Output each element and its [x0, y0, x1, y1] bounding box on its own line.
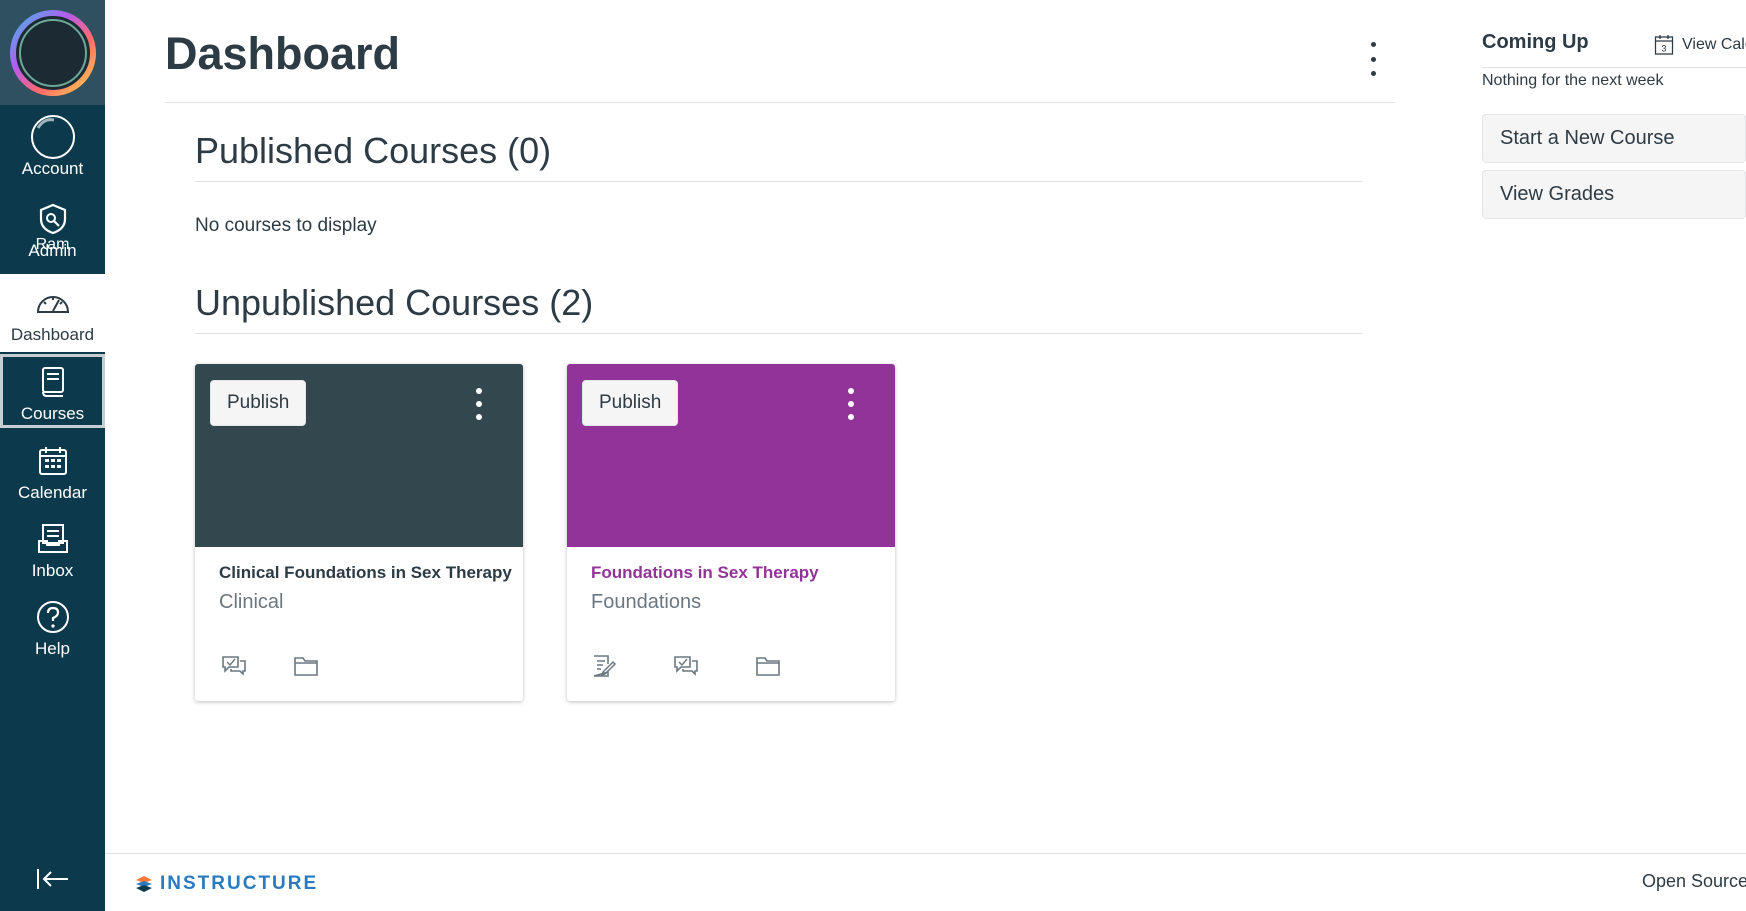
course-card-options-button[interactable]	[843, 388, 859, 420]
nav-item-dashboard[interactable]: Dashboard	[0, 274, 105, 352]
kebab-dot	[476, 401, 482, 407]
nav-label-courses: Courses	[20, 404, 85, 423]
nav-label-calendar: Calendar	[18, 483, 87, 502]
avatar-icon: Ram	[29, 115, 77, 253]
right-sidebar: Coming Up 3 View Cale Nothing for the ne…	[1482, 0, 1746, 852]
nav-item-admin[interactable]: Admin	[0, 190, 105, 268]
calendar-icon: 3	[1654, 35, 1674, 55]
discussions-icon[interactable]	[219, 652, 249, 680]
instructure-logo-text: INSTRUCTURE	[160, 873, 319, 894]
course-card[interactable]: Publish Foundations in Sex Therapy Found…	[567, 364, 895, 701]
divider	[195, 333, 1363, 334]
kebab-dot	[848, 414, 854, 420]
kebab-dot	[1370, 56, 1376, 62]
open-source-link[interactable]: Open Source	[1642, 871, 1746, 892]
main-content: Dashboard Published Courses (0) No cours…	[105, 0, 1395, 852]
publish-button[interactable]: Publish	[582, 380, 679, 426]
calendar-icon	[29, 440, 77, 482]
nav-item-help[interactable]: Help	[0, 588, 105, 666]
institution-logo[interactable]	[0, 0, 105, 105]
inbox-icon	[29, 518, 77, 560]
shield-icon	[29, 198, 77, 240]
published-courses-heading: Published Courses (0)	[195, 130, 552, 171]
divider	[1482, 67, 1746, 68]
nav-label-account: Account	[21, 159, 84, 178]
course-name-link[interactable]: Clinical Foundations in Sex Therapy	[219, 563, 512, 583]
nav-item-courses[interactable]: Courses	[0, 354, 105, 428]
view-calendar-label: View Cale	[1682, 36, 1746, 53]
course-name-link[interactable]: Foundations in Sex Therapy	[591, 563, 819, 583]
courses-icon	[29, 361, 77, 403]
logo-ring-icon	[9, 9, 96, 96]
no-courses-message: No courses to display	[195, 215, 377, 236]
instructure-logo[interactable]: INSTRUCTURE	[134, 873, 318, 895]
coming-up-heading: Coming Up	[1482, 31, 1589, 53]
calendar-day-number: 3	[1661, 44, 1666, 54]
unpublished-courses-heading: Unpublished Courses (2)	[195, 282, 594, 323]
nav-item-account[interactable]: Ram Account	[0, 108, 105, 253]
nav-label-admin: Admin	[28, 241, 77, 260]
folder-icon[interactable]	[291, 652, 321, 680]
divider	[165, 102, 1395, 103]
dashboard-icon	[29, 282, 77, 324]
collapse-arrow-icon	[36, 869, 68, 889]
kebab-dot	[476, 388, 482, 394]
start-new-course-button[interactable]: Start a New Course	[1482, 114, 1746, 163]
course-card[interactable]: Publish Clinical Foundations in Sex Ther…	[195, 364, 523, 701]
view-calendar-link[interactable]: 3 View Cale	[1654, 34, 1746, 56]
kebab-dot	[848, 388, 854, 394]
nav-item-calendar[interactable]: Calendar	[0, 432, 105, 510]
dashboard-options-button[interactable]	[1358, 42, 1388, 76]
kebab-dot	[848, 401, 854, 407]
global-nav: Ram Account Admin Dashboard Courses Cale…	[0, 0, 105, 911]
help-icon	[29, 596, 77, 638]
assignments-icon[interactable]	[589, 652, 619, 680]
collapse-nav-button[interactable]	[0, 859, 105, 899]
kebab-dot	[1370, 42, 1376, 47]
kebab-dot	[476, 414, 482, 420]
footer-divider	[105, 853, 1746, 854]
nav-label-help: Help	[35, 639, 70, 658]
nav-label-dashboard: Dashboard	[10, 325, 95, 344]
page-title: Dashboard	[165, 28, 401, 79]
nav-label-inbox: Inbox	[31, 561, 74, 580]
publish-button[interactable]: Publish	[210, 380, 307, 426]
view-grades-button[interactable]: View Grades	[1482, 170, 1746, 219]
discussions-icon[interactable]	[671, 652, 701, 680]
folder-icon[interactable]	[753, 652, 783, 680]
instructure-mark-icon	[136, 876, 152, 892]
course-card-options-button[interactable]	[471, 388, 487, 420]
kebab-dot	[1370, 71, 1376, 76]
divider	[195, 181, 1363, 182]
course-subtitle: Foundations	[591, 591, 702, 613]
coming-up-empty-message: Nothing for the next week	[1482, 72, 1664, 89]
nav-item-inbox[interactable]: Inbox	[0, 510, 105, 588]
course-subtitle: Clinical	[219, 591, 284, 613]
